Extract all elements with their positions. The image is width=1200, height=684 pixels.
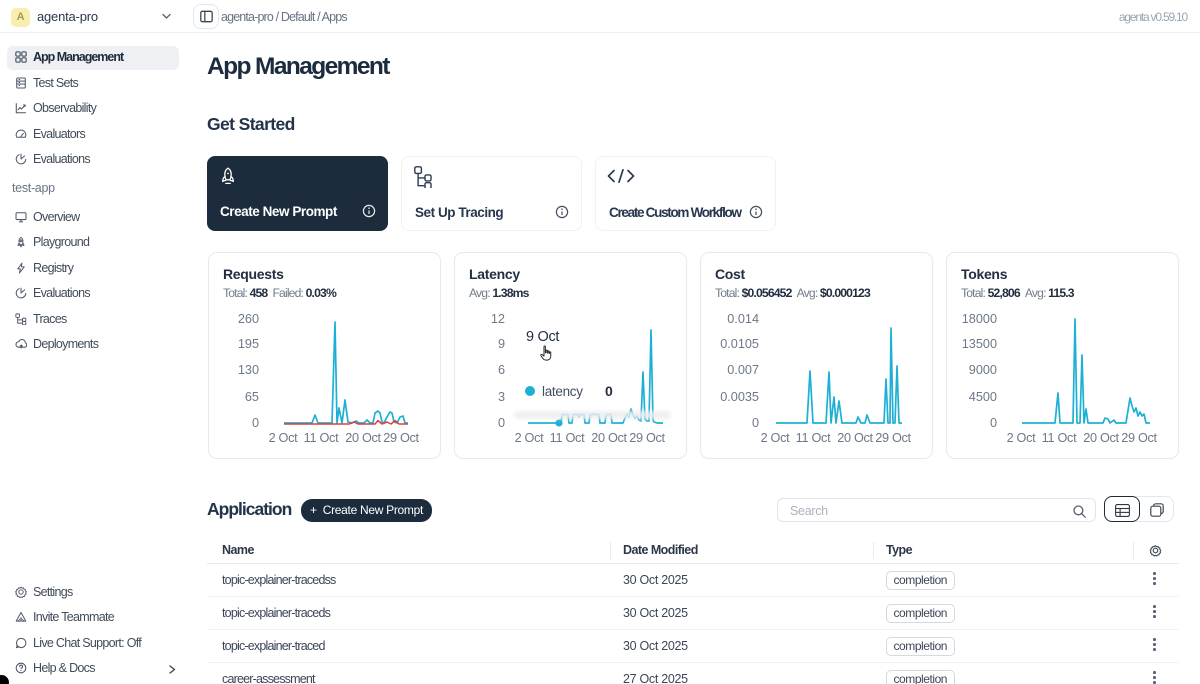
svg-text:29 Oct: 29 Oct — [629, 431, 665, 445]
svg-text:0.0105: 0.0105 — [720, 337, 759, 351]
svg-text:20 Oct: 20 Oct — [345, 431, 381, 445]
svg-text:0.0035: 0.0035 — [720, 390, 759, 404]
svg-text:4500: 4500 — [969, 390, 997, 404]
svg-text:11 Oct: 11 Oct — [796, 431, 831, 445]
svg-text:9: 9 — [498, 337, 505, 351]
svg-text:3: 3 — [498, 390, 505, 404]
svg-text:13500: 13500 — [962, 337, 997, 351]
svg-text:2 Oct: 2 Oct — [269, 431, 299, 445]
svg-text:18000: 18000 — [962, 312, 997, 326]
svg-text:29 Oct: 29 Oct — [1121, 431, 1157, 445]
svg-text:260: 260 — [238, 312, 259, 326]
svg-text:11 Oct: 11 Oct — [304, 431, 339, 445]
svg-text:29 Oct: 29 Oct — [383, 431, 419, 445]
svg-text:0: 0 — [752, 416, 759, 430]
svg-text:0: 0 — [990, 416, 997, 430]
svg-text:0.007: 0.007 — [727, 363, 759, 377]
svg-text:6: 6 — [498, 363, 505, 377]
svg-text:130: 130 — [238, 363, 259, 377]
svg-text:2 Oct: 2 Oct — [761, 431, 791, 445]
svg-text:20 Oct: 20 Oct — [1083, 431, 1119, 445]
svg-text:9000: 9000 — [969, 363, 997, 377]
svg-text:20 Oct: 20 Oct — [837, 431, 873, 445]
svg-text:29 Oct: 29 Oct — [875, 431, 911, 445]
svg-text:0: 0 — [498, 416, 505, 430]
svg-text:2 Oct: 2 Oct — [515, 431, 545, 445]
svg-text:12: 12 — [491, 312, 505, 326]
svg-text:0: 0 — [252, 416, 259, 430]
svg-text:20 Oct: 20 Oct — [591, 431, 627, 445]
svg-text:65: 65 — [245, 390, 259, 404]
svg-text:11 Oct: 11 Oct — [1042, 431, 1077, 445]
svg-text:0.014: 0.014 — [727, 312, 759, 326]
svg-text:2 Oct: 2 Oct — [1007, 431, 1037, 445]
svg-text:195: 195 — [238, 337, 259, 351]
svg-text:11 Oct: 11 Oct — [550, 431, 585, 445]
